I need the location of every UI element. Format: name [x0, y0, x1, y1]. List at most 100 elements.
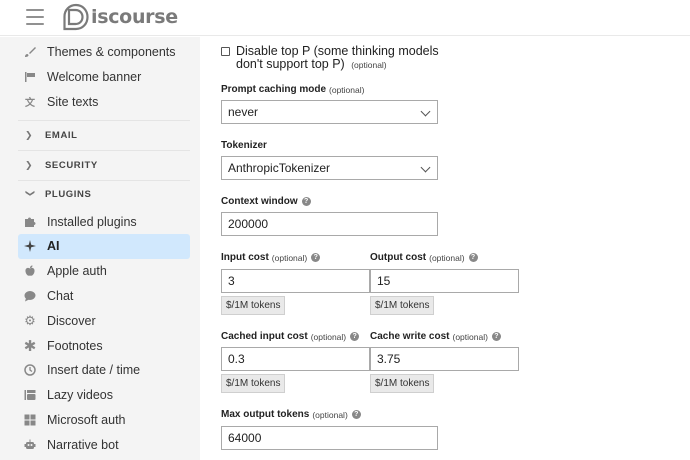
sidebar-item-label: Themes & components: [47, 45, 176, 60]
optional-tag: (optional): [271, 252, 308, 263]
input-value: 0.3: [228, 352, 245, 366]
clock-icon: [23, 363, 37, 377]
sidebar-item-label: Welcome banner: [47, 70, 142, 85]
input-cost-label: Input cost (optional) ?: [221, 252, 321, 263]
chevron-right-icon: ❯: [25, 130, 34, 141]
sidebar-item-label: Installed plugins: [47, 214, 137, 229]
sidebar-item-insert-date-time[interactable]: Insert date / time: [18, 358, 190, 383]
help-icon[interactable]: ?: [468, 253, 478, 262]
input-cost-input[interactable]: 3: [221, 269, 370, 293]
sidebar-item-label: Lazy videos: [47, 388, 114, 403]
sidebar-item-label: Insert date / time: [47, 363, 141, 378]
section-label: PLUGINS: [45, 189, 92, 201]
input-value: 15: [377, 274, 391, 288]
cached-input-cost-input[interactable]: 0.3: [221, 347, 370, 371]
gear-icon: ⚙: [24, 312, 36, 328]
sidebar-item-narrative-bot[interactable]: Narrative bot: [18, 432, 190, 457]
context-window-label: Context window ?: [221, 196, 311, 207]
optional-tag: (optional): [310, 331, 347, 342]
sidebar-item-welcome-banner[interactable]: Welcome banner: [18, 65, 190, 90]
chevron-down-icon: [420, 162, 431, 173]
tokenizer-select[interactable]: AnthropicTokenizer: [221, 156, 438, 180]
cache-write-cost-unit: $/1M tokens: [370, 374, 435, 393]
sidebar-item-label: Discover: [47, 313, 96, 328]
disable-top-p-row: Disable top P (some thinking models don'…: [221, 45, 446, 72]
optional-tag: (optional): [329, 84, 365, 95]
input-value: 64000: [228, 431, 262, 445]
section-label: EMAIL: [45, 130, 78, 142]
input-value: 3.75: [377, 352, 401, 366]
sidebar-item-label: Chat: [47, 288, 74, 303]
help-icon[interactable]: ?: [301, 197, 311, 206]
sidebar-item-microsoft-auth[interactable]: Microsoft auth: [18, 408, 190, 433]
sidebar-item-label: Site texts: [47, 94, 99, 109]
signpost-icon: [23, 70, 37, 84]
sidebar-item-label: Narrative bot: [47, 437, 119, 452]
asterisk-icon: ✱: [23, 337, 37, 355]
disable-top-p-checkbox[interactable]: [221, 47, 230, 56]
output-cost-input[interactable]: 15: [370, 269, 519, 293]
help-icon[interactable]: ?: [491, 332, 501, 341]
help-icon[interactable]: ?: [351, 410, 361, 419]
cached-input-cost-label: Cached input cost (optional) ?: [221, 331, 360, 342]
robot-icon: [23, 438, 37, 452]
sidebar-item-label: Microsoft auth: [47, 412, 126, 427]
sidebar-section-security[interactable]: ❯ SECURITY: [18, 149, 190, 180]
input-value: 3: [228, 274, 235, 288]
sidebar-section-plugins[interactable]: ❯ PLUGINS: [18, 179, 190, 210]
cache-write-cost-input[interactable]: 3.75: [370, 347, 519, 371]
paintbrush-icon: [23, 45, 37, 59]
sidebar-item-label: AI: [47, 239, 60, 254]
label-text: Cached input cost: [221, 331, 308, 342]
puzzle-icon: [23, 215, 37, 229]
help-icon[interactable]: ?: [350, 332, 360, 341]
sidebar-item-site-texts[interactable]: 文 Site texts: [18, 90, 190, 115]
discourse-logo-icon: [63, 3, 89, 31]
cache-write-cost-label: Cache write cost (optional) ?: [370, 331, 501, 342]
chevron-right-icon: ❯: [25, 159, 34, 170]
hamburger-menu-icon[interactable]: [26, 9, 44, 25]
sidebar-item-apple-auth[interactable]: Apple auth: [18, 259, 190, 284]
tokenizer-label: Tokenizer: [221, 140, 267, 151]
discourse-logo[interactable]: iscourse: [62, 1, 178, 33]
label-text: Tokenizer: [221, 140, 267, 151]
chevron-down-icon: [420, 106, 431, 117]
context-window-input[interactable]: 200000: [221, 212, 438, 236]
optional-tag: (optional): [452, 331, 488, 342]
sidebar-item-discover[interactable]: ⚙ Discover: [18, 308, 190, 333]
sidebar-item-ai[interactable]: AI: [18, 233, 190, 259]
sidebar-item-lazy-videos[interactable]: Lazy videos: [18, 383, 190, 408]
label-text: Input cost: [221, 252, 269, 263]
output-cost-label: Output cost (optional) ?: [370, 252, 478, 263]
sidebar-item-chat[interactable]: Chat: [18, 284, 190, 309]
label-text: Prompt caching mode: [221, 84, 327, 95]
sparkle-icon: [23, 239, 37, 253]
optional-tag: (optional): [351, 60, 387, 70]
top-header: iscourse: [0, 0, 690, 36]
sidebar-item-themes[interactable]: Themes & components: [18, 40, 190, 65]
select-value: AnthropicTokenizer: [228, 161, 331, 175]
max-output-tokens-label: Max output tokens (optional) ?: [221, 409, 361, 420]
windows-icon: [23, 413, 37, 427]
sidebar-item-installed-plugins[interactable]: Installed plugins: [18, 209, 190, 234]
sidebar-section-email[interactable]: ❯ EMAIL: [18, 120, 190, 150]
main-content: Disable top P (some thinking models don'…: [200, 37, 690, 460]
optional-tag: (optional): [312, 409, 348, 420]
sidebar-item-label: Apple auth: [47, 264, 107, 279]
sidebar-item-footnotes[interactable]: ✱ Footnotes: [18, 333, 190, 358]
video-icon: [23, 388, 37, 402]
label-text: Context window: [221, 196, 298, 207]
help-icon[interactable]: ?: [311, 253, 321, 262]
checkbox-label-text: Disable top P (some thinking models don'…: [236, 44, 439, 71]
apple-icon: [23, 264, 37, 278]
chevron-down-icon: ❯: [25, 189, 36, 199]
prompt-caching-select[interactable]: never: [221, 100, 438, 124]
optional-tag: (optional): [429, 252, 465, 263]
max-output-tokens-input[interactable]: 64000: [221, 426, 438, 450]
sidebar-item-label: Footnotes: [47, 338, 103, 353]
label-text: Max output tokens: [221, 409, 310, 420]
input-cost-unit: $/1M tokens: [221, 296, 286, 315]
admin-sidebar: Themes & components Welcome banner 文 Sit…: [0, 37, 200, 460]
disable-top-p-label: Disable top P (some thinking models don'…: [236, 45, 446, 72]
label-text: Output cost: [370, 252, 427, 263]
